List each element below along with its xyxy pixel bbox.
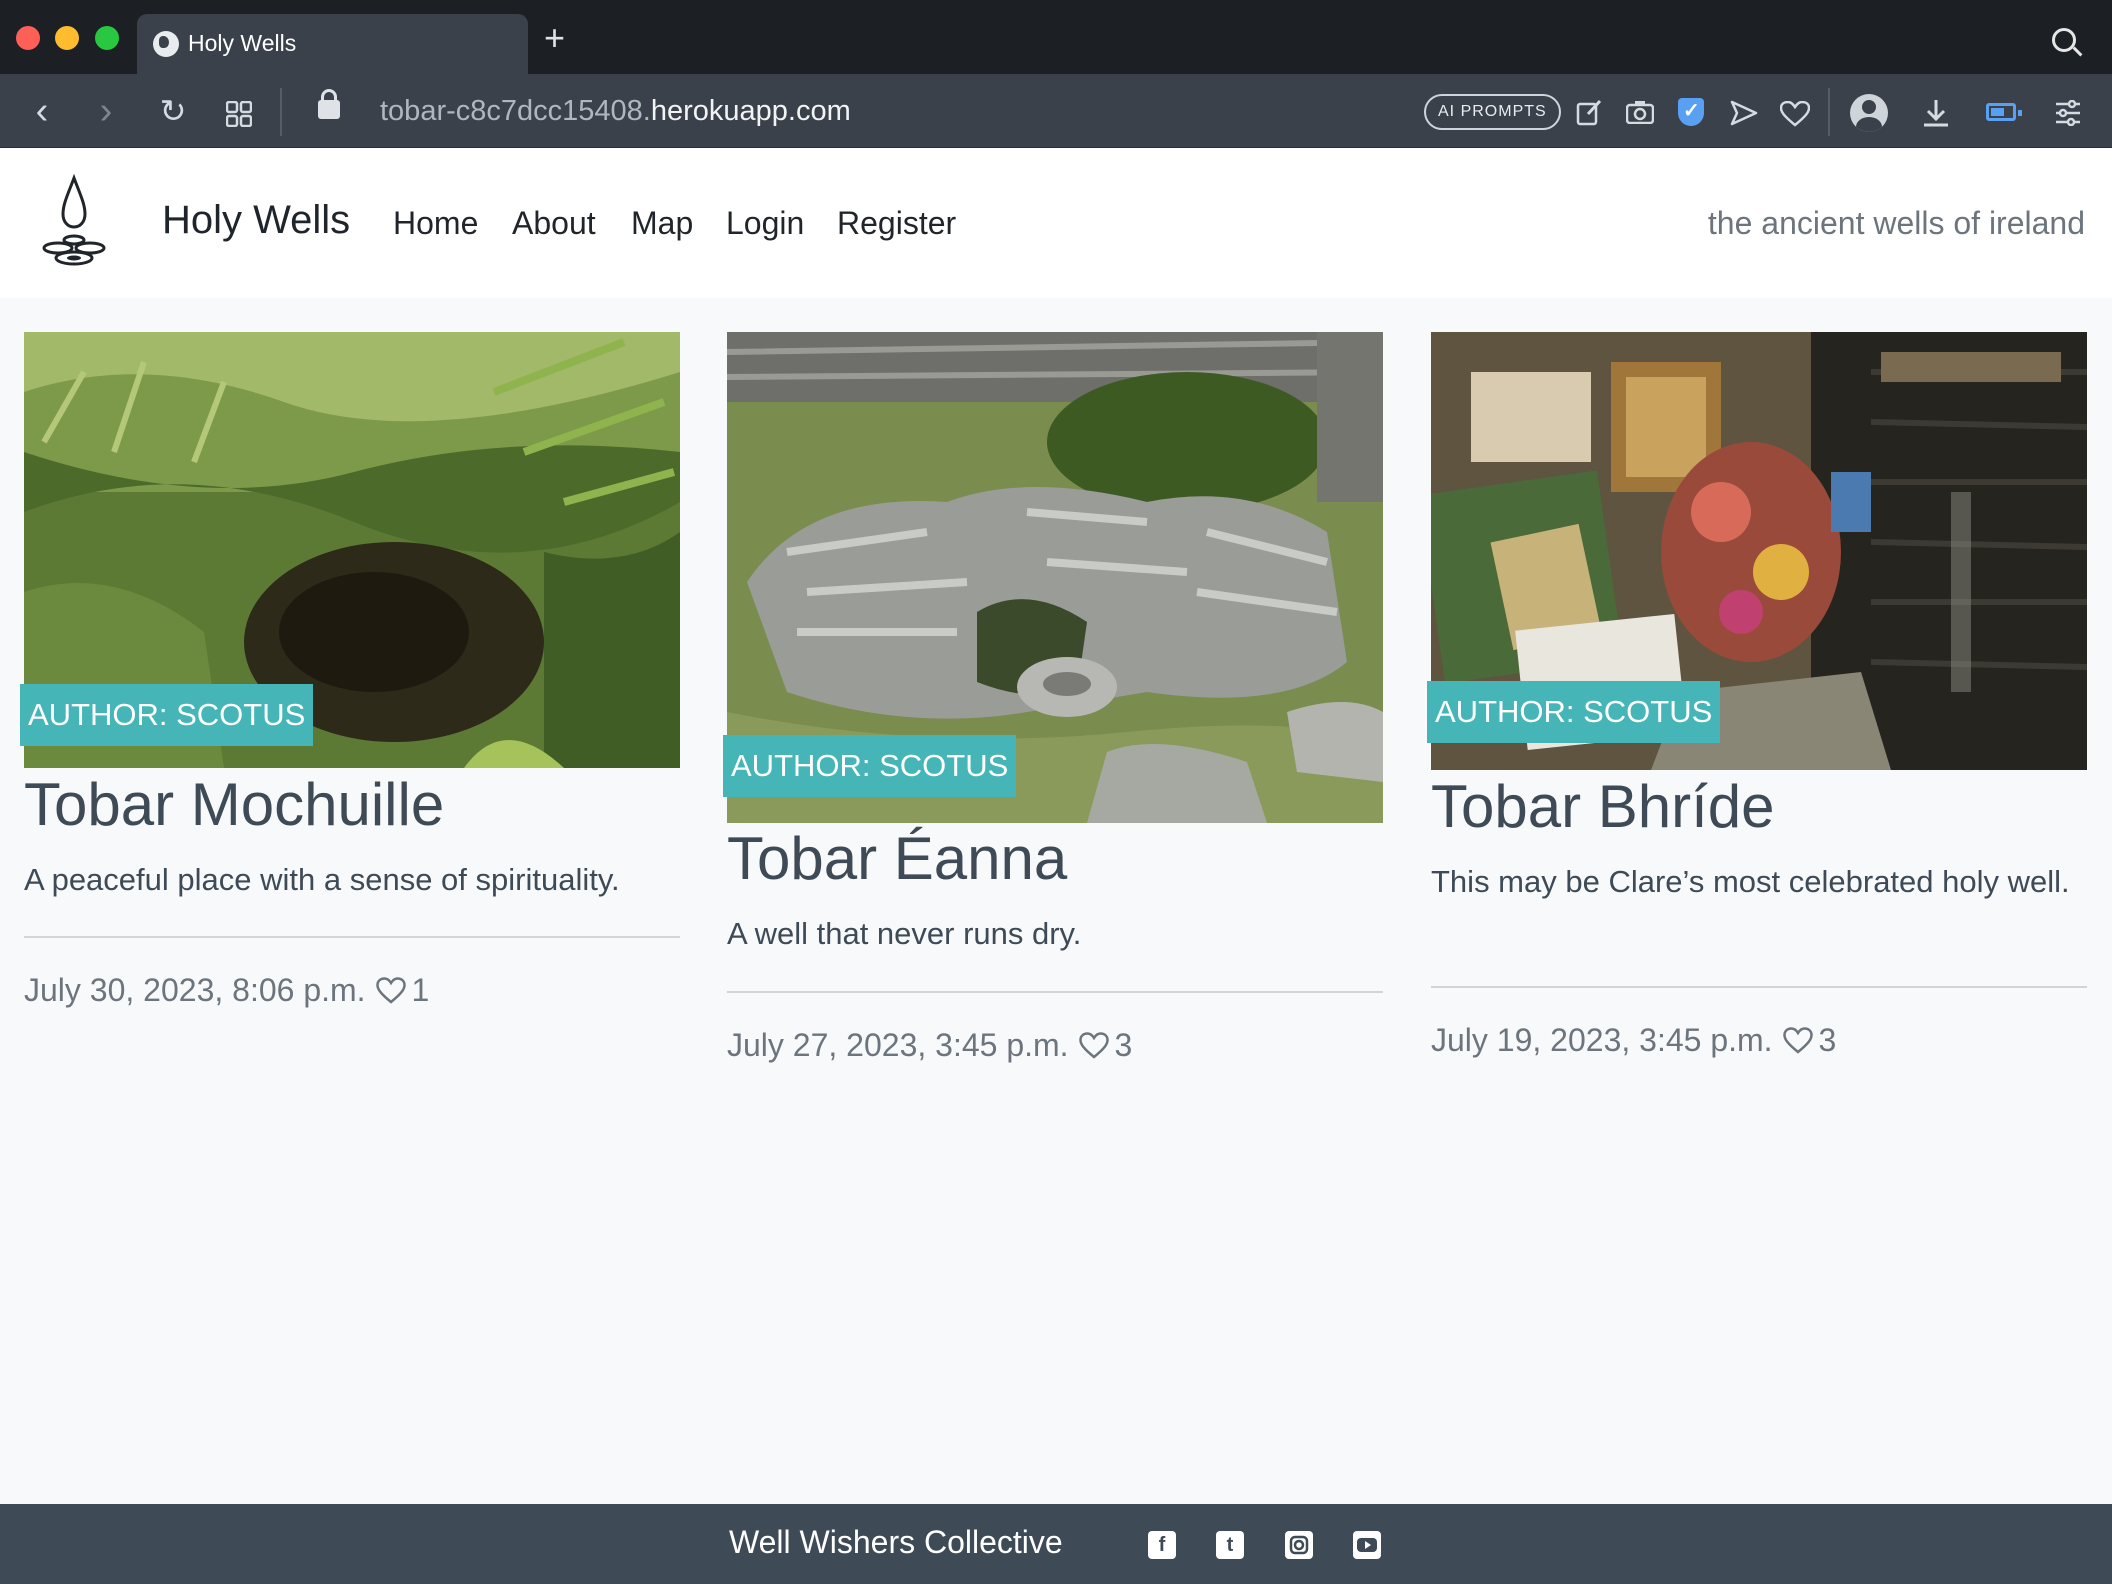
like-count: 1 [411, 972, 430, 1008]
tab-title: Holy Wells [188, 30, 297, 56]
youtube-icon[interactable] [1353, 1531, 1381, 1559]
browser-tab[interactable]: Holy Wells [137, 14, 528, 74]
lock-icon[interactable] [318, 89, 340, 119]
minimize-window-button[interactable] [55, 26, 79, 50]
battery-icon[interactable] [1986, 103, 2022, 121]
browser-tab-bar: Holy Wells + [0, 0, 2112, 74]
forward-icon[interactable]: › [88, 92, 124, 130]
toolbar-divider-2 [1828, 88, 1830, 136]
like-count: 3 [1114, 1027, 1133, 1063]
shield-icon[interactable] [1678, 98, 1704, 126]
post-date: July 19, 2023, 3:45 p.m. [1431, 1022, 1773, 1058]
new-tab-plus-icon[interactable]: + [544, 20, 565, 56]
url-host: herokuapp.com [650, 95, 851, 127]
nav-link-login[interactable]: Login [726, 205, 804, 242]
author-badge: AUTHOR: SCOTUS [1427, 681, 1721, 743]
water-drop-logo[interactable] [24, 174, 124, 268]
nav-link-register[interactable]: Register [837, 205, 956, 242]
post-excerpt: This may be Clare’s most celebrated holy… [1431, 864, 2070, 899]
settings-sliders-icon[interactable] [2054, 100, 2082, 126]
heart-icon[interactable] [375, 976, 406, 1005]
search-tabs-icon[interactable] [2052, 28, 2076, 52]
card-divider [727, 991, 1383, 993]
post-excerpt: A peaceful place with a sense of spiritu… [24, 862, 620, 897]
address-bar[interactable]: tobar-c8c7dcc15408.herokuapp.com [380, 95, 851, 128]
download-icon[interactable] [1922, 98, 1950, 128]
card-divider [24, 936, 680, 938]
edit-page-icon[interactable] [1576, 98, 1604, 126]
site-brand[interactable]: Holy Wells [162, 198, 350, 243]
nav-link-about[interactable]: About [512, 205, 596, 242]
browser-toolbar: ‹ › ↻ tobar-c8c7dcc15408.herokuapp.com A… [0, 74, 2112, 148]
card-divider [1431, 986, 2087, 988]
post-meta: July 30, 2023, 8:06 p.m. 1 [24, 972, 429, 1009]
tab-grid-icon[interactable] [226, 101, 252, 127]
send-icon[interactable] [1730, 100, 1758, 126]
like-count: 3 [1818, 1022, 1837, 1058]
heart-icon[interactable] [1078, 1031, 1109, 1060]
post-meta: July 27, 2023, 3:45 p.m. 3 [727, 1027, 1132, 1064]
globe-icon [153, 31, 179, 57]
post-card[interactable]: AUTHOR: SCOTUS Tobar Éanna A well that n… [723, 332, 1383, 1092]
url-prefix: tobar-c8c7dcc15408. [380, 95, 651, 127]
camera-icon[interactable] [1626, 100, 1654, 124]
post-excerpt: A well that never runs dry. [727, 916, 1082, 951]
instagram-icon[interactable] [1285, 1531, 1313, 1559]
zoom-window-button[interactable] [95, 26, 119, 50]
post-title[interactable]: Tobar Bhríde [1431, 772, 1775, 841]
footer-text: Well Wishers Collective [729, 1524, 1063, 1560]
toolbar-divider [280, 88, 282, 136]
reload-icon[interactable]: ↻ [155, 95, 191, 127]
back-icon[interactable]: ‹ [24, 92, 60, 130]
post-card[interactable]: AUTHOR: SCOTUS Tobar Bhríde This may be … [1427, 332, 2087, 1058]
site-footer: Well Wishers Collective f t [0, 1504, 2112, 1584]
nav-link-map[interactable]: Map [631, 205, 693, 242]
post-date: July 27, 2023, 3:45 p.m. [727, 1027, 1069, 1063]
twitter-icon[interactable]: t [1216, 1531, 1244, 1559]
facebook-icon[interactable]: f [1148, 1531, 1176, 1559]
nav-link-home[interactable]: Home [393, 205, 478, 242]
site-tagline: the ancient wells of ireland [1707, 205, 2085, 241]
post-title[interactable]: Tobar Mochuille [24, 770, 444, 839]
author-badge: AUTHOR: SCOTUS [723, 735, 1017, 797]
site-navbar: Holy Wells Home About Map Login Register… [0, 148, 2112, 298]
author-badge: AUTHOR: SCOTUS [20, 684, 314, 746]
profile-avatar-icon[interactable] [1850, 94, 1888, 132]
heart-icon[interactable] [1782, 1026, 1813, 1055]
post-date: July 30, 2023, 8:06 p.m. [24, 972, 366, 1008]
post-meta: July 19, 2023, 3:45 p.m. 3 [1431, 1022, 1836, 1059]
ai-prompts-button[interactable]: AI PROMPTS [1424, 94, 1561, 130]
post-card[interactable]: AUTHOR: SCOTUS Tobar Mochuille A peacefu… [20, 332, 680, 1032]
favorite-heart-icon[interactable] [1780, 101, 1810, 127]
close-window-button[interactable] [16, 26, 40, 50]
post-title[interactable]: Tobar Éanna [727, 824, 1067, 893]
